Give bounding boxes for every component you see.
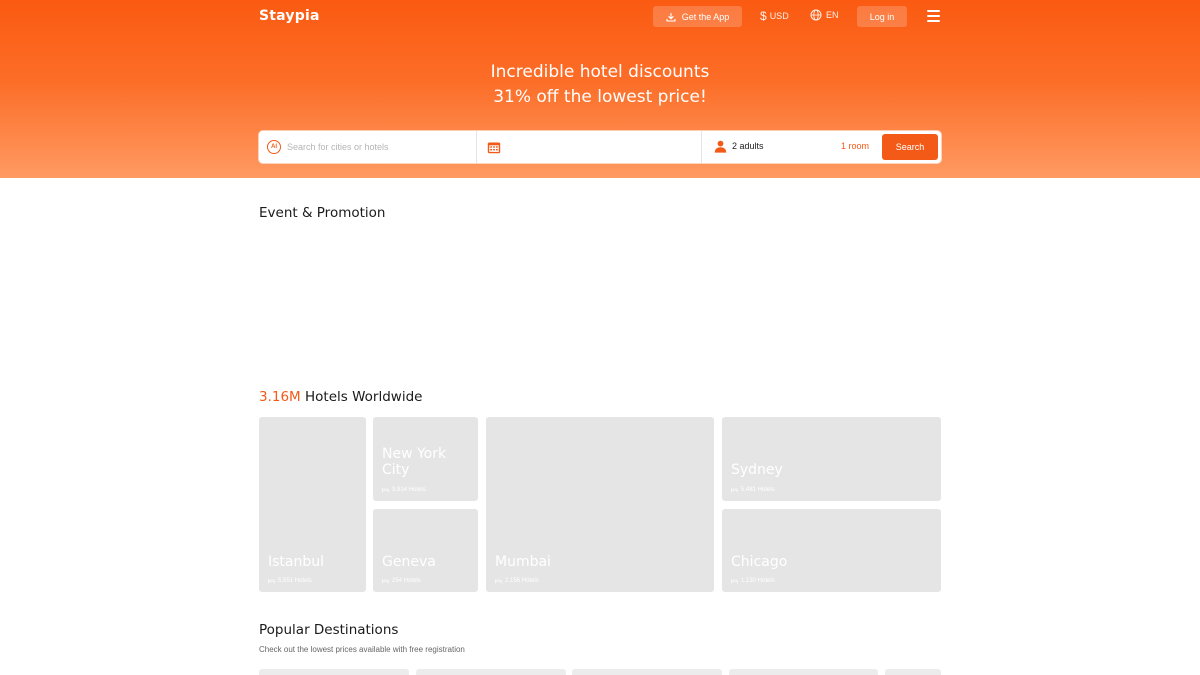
hotels-count: 3.16M [259,389,301,405]
city-card-mumbai[interactable]: Mumbai 2,156 Hotels [486,417,714,592]
hotel-count-label: 254 Hotels [392,578,421,584]
hotel-count: 5,551 Hotels [268,578,312,584]
hotels-worldwide-title: 3.16M Hotels Worldwide [259,389,422,405]
login-button[interactable]: Log in [857,6,907,27]
hamburger-menu-icon[interactable] [927,10,940,22]
city-name: Sydney [731,462,783,478]
city-name: New York City [382,446,447,478]
city-name: Geneva [382,554,436,570]
destination-card[interactable] [572,669,722,675]
destination-card[interactable] [885,669,941,675]
city-card-chicago[interactable]: Chicago 1,130 Hotels [722,509,941,592]
hotel-count-label: 5,551 Hotels [278,578,312,584]
get-app-button[interactable]: Get the App [653,6,742,27]
destination-input[interactable] [287,139,467,155]
site-logo[interactable]: Staypia [259,8,320,24]
city-card-new-york[interactable]: New York City 3,914 Hotels [373,417,478,501]
popular-destinations-subtitle: Check out the lowest prices available wi… [259,645,465,654]
calendar-icon [487,142,501,154]
adults-count: 2 adults [732,141,764,151]
city-card-geneva[interactable]: Geneva 254 Hotels [373,509,478,592]
hotel-count-label: 5,481 Hotels [741,487,775,493]
bed-icon [495,579,502,584]
city-card-istanbul[interactable]: Istanbul 5,551 Hotels [259,417,366,592]
hotel-count-label: 3,914 Hotels [392,487,426,493]
bed-icon [382,488,389,493]
currency-selector[interactable]: $ USD [760,9,789,23]
hero-headline: Incredible hotel discounts 31% off the l… [0,60,1200,110]
hotel-count: 5,481 Hotels [731,487,775,493]
bed-icon [382,579,389,584]
city-card-sydney[interactable]: Sydney 5,481 Hotels [722,417,941,501]
ai-search-icon: AI [267,140,281,154]
event-promotion-title: Event & Promotion [259,205,386,221]
hero-banner: Staypia Get the App $ USD EN Log in Incr… [0,0,1200,178]
hotels-worldwide-label: Hotels Worldwide [305,389,423,405]
guests-field[interactable]: 2 adults 1 room [702,131,882,163]
city-name: Mumbai [495,554,551,570]
city-name: Istanbul [268,554,325,570]
top-navigation: Staypia Get the App $ USD EN Log in [0,0,1200,34]
city-name: Chicago [731,554,788,570]
destination-card[interactable] [259,669,409,675]
hotel-count: 1,130 Hotels [731,578,775,584]
destination-field[interactable]: AI [259,131,477,163]
bed-icon [268,579,275,584]
date-field[interactable] [477,131,702,163]
hero-line-2: 31% off the lowest price! [493,87,707,107]
hero-line-1: Incredible hotel discounts [490,62,710,82]
search-button[interactable]: Search [882,134,938,160]
bed-icon [731,579,738,584]
rooms-count: 1 room [841,141,870,151]
hotel-search-bar: AI 2 adults 1 room Search [259,131,941,163]
language-selector[interactable]: EN [810,9,839,21]
hotel-count: 3,914 Hotels [382,487,426,493]
currency-label: USD [769,11,789,21]
hotel-count-label: 2,156 Hotels [505,578,539,584]
bed-icon [731,488,738,493]
hotel-count-label: 1,130 Hotels [741,578,775,584]
download-icon [666,12,676,22]
hotel-count: 254 Hotels [382,578,421,584]
get-app-label: Get the App [681,11,730,22]
popular-destinations-title: Popular Destinations [259,622,399,638]
language-label: EN [826,10,839,20]
person-icon [714,140,727,153]
globe-icon [810,9,822,21]
destination-card[interactable] [729,669,878,675]
dollar-icon: $ [760,9,767,23]
destination-card[interactable] [416,669,566,675]
hotel-count: 2,156 Hotels [495,578,539,584]
